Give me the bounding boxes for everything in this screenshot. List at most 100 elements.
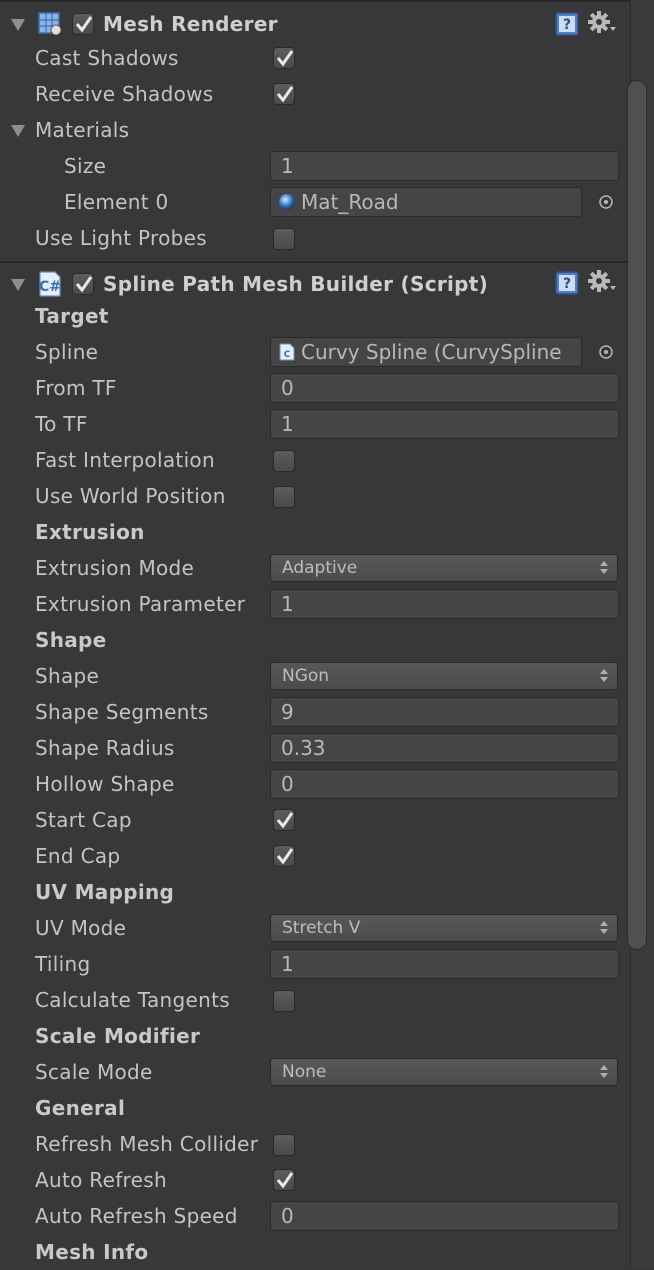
extrusion-parameter-row: Extrusion Parameter 1 bbox=[0, 586, 630, 622]
general-header: General bbox=[35, 1096, 126, 1120]
scale-mode-dropdown[interactable]: None bbox=[270, 1058, 618, 1086]
extrusion-parameter-field[interactable]: 1 bbox=[270, 589, 619, 619]
cast-shadows-checkbox[interactable] bbox=[273, 47, 295, 69]
dropdown-arrows-icon bbox=[600, 561, 608, 575]
calculate-tangents-checkbox[interactable] bbox=[273, 990, 295, 1012]
use-light-probes-row: Use Light Probes bbox=[0, 220, 630, 256]
auto-refresh-speed-field[interactable]: 0 bbox=[270, 1201, 619, 1231]
from-tf-label: From TF bbox=[35, 376, 117, 400]
shape-value: NGon bbox=[282, 666, 330, 686]
auto-refresh-speed-label: Auto Refresh Speed bbox=[35, 1204, 238, 1228]
use-world-position-checkbox[interactable] bbox=[273, 486, 295, 508]
scale-mode-label: Scale Mode bbox=[35, 1060, 153, 1084]
scale-mode-value: None bbox=[282, 1062, 327, 1082]
extrusion-parameter-label: Extrusion Parameter bbox=[35, 592, 246, 616]
extrusion-header: Extrusion bbox=[35, 520, 145, 544]
spline-object-field[interactable]: C Curvy Spline (CurvySpline bbox=[270, 337, 582, 367]
foldout-triangle-down-icon[interactable] bbox=[11, 19, 25, 31]
uv-mode-dropdown[interactable]: Stretch V bbox=[270, 914, 618, 942]
material-sphere-icon bbox=[279, 194, 295, 210]
to-tf-field[interactable]: 1 bbox=[270, 409, 619, 439]
foldout-triangle-down-icon[interactable] bbox=[11, 279, 25, 291]
mesh-renderer-title: Mesh Renderer bbox=[103, 12, 278, 36]
svg-text:C#: C# bbox=[39, 279, 61, 295]
shape-row: Shape NGon bbox=[0, 658, 630, 694]
refresh-mesh-collider-checkbox[interactable] bbox=[273, 1134, 295, 1156]
gear-icon[interactable] bbox=[587, 269, 619, 295]
start-cap-checkbox[interactable] bbox=[273, 809, 295, 831]
cast-shadows-label: Cast Shadows bbox=[35, 46, 179, 70]
shape-segments-field[interactable]: 9 bbox=[270, 697, 619, 727]
auto-refresh-label: Auto Refresh bbox=[35, 1168, 167, 1192]
section-header-target: Target bbox=[0, 298, 630, 334]
scale-mode-row: Scale Mode None bbox=[0, 1054, 630, 1090]
hollow-shape-label: Hollow Shape bbox=[35, 772, 175, 796]
shape-dropdown[interactable]: NGon bbox=[270, 662, 618, 690]
mesh-renderer-icon bbox=[36, 10, 64, 38]
uv-mode-row: UV Mode Stretch V bbox=[0, 910, 630, 946]
csharp-script-icon: C# bbox=[36, 270, 64, 298]
svg-text:?: ? bbox=[563, 17, 571, 33]
spline-builder-header[interactable]: C# Spline Path Mesh Builder (Script) ? bbox=[0, 266, 630, 302]
shape-radius-label: Shape Radius bbox=[35, 736, 175, 760]
spline-builder-title: Spline Path Mesh Builder (Script) bbox=[103, 272, 489, 296]
dropdown-arrows-icon bbox=[600, 669, 608, 683]
start-cap-row: Start Cap bbox=[0, 802, 630, 838]
from-tf-field[interactable]: 0 bbox=[270, 373, 619, 403]
object-picker-icon[interactable] bbox=[598, 194, 614, 210]
fast-interpolation-checkbox[interactable] bbox=[273, 450, 295, 472]
shape-label: Shape bbox=[35, 664, 100, 688]
receive-shadows-checkbox[interactable] bbox=[273, 83, 295, 105]
spline-builder-enabled-checkbox[interactable] bbox=[72, 273, 94, 295]
help-book-icon[interactable]: ? bbox=[554, 271, 580, 295]
tiling-field[interactable]: 1 bbox=[270, 949, 619, 979]
object-picker-icon[interactable] bbox=[598, 344, 614, 360]
cast-shadows-row: Cast Shadows bbox=[0, 40, 630, 76]
fast-interpolation-label: Fast Interpolation bbox=[35, 448, 215, 472]
triangle-down-icon[interactable] bbox=[11, 125, 25, 137]
use-light-probes-checkbox[interactable] bbox=[273, 228, 295, 250]
dropdown-arrows-icon bbox=[600, 921, 608, 935]
shape-segments-label: Shape Segments bbox=[35, 700, 209, 724]
use-world-position-label: Use World Position bbox=[35, 484, 226, 508]
section-header-scale-modifier: Scale Modifier bbox=[0, 1018, 630, 1054]
shape-segments-row: Shape Segments 9 bbox=[0, 694, 630, 730]
auto-refresh-row: Auto Refresh bbox=[0, 1162, 630, 1198]
uv-mode-label: UV Mode bbox=[35, 916, 127, 940]
refresh-mesh-collider-label: Refresh Mesh Collider bbox=[35, 1132, 259, 1156]
mesh-renderer-enabled-checkbox[interactable] bbox=[72, 13, 94, 35]
mesh-info-header: Mesh Info bbox=[35, 1240, 149, 1264]
shape-radius-field[interactable]: 0.33 bbox=[270, 733, 619, 763]
size-label: Size bbox=[64, 154, 107, 178]
start-cap-label: Start Cap bbox=[35, 808, 132, 832]
extrusion-mode-label: Extrusion Mode bbox=[35, 556, 195, 580]
element-0-object-field[interactable]: Mat_Road bbox=[270, 187, 582, 217]
hollow-shape-row: Hollow Shape 0 bbox=[0, 766, 630, 802]
end-cap-checkbox[interactable] bbox=[273, 845, 295, 867]
help-book-icon[interactable]: ? bbox=[554, 12, 580, 36]
to-tf-label: To TF bbox=[35, 412, 88, 436]
size-row: Size 1 bbox=[0, 148, 630, 184]
gear-icon[interactable] bbox=[587, 10, 619, 36]
target-header: Target bbox=[35, 304, 109, 328]
shape-header: Shape bbox=[35, 628, 107, 652]
extrusion-mode-row: Extrusion Mode Adaptive bbox=[0, 550, 630, 586]
tiling-label: Tiling bbox=[35, 952, 91, 976]
uv-mode-value: Stretch V bbox=[282, 918, 361, 938]
scale-modifier-header: Scale Modifier bbox=[35, 1024, 201, 1048]
spline-value: Curvy Spline (CurvySpline bbox=[301, 340, 562, 364]
extrusion-mode-dropdown[interactable]: Adaptive bbox=[270, 554, 618, 582]
mesh-renderer-header[interactable]: Mesh Renderer ? bbox=[0, 6, 630, 42]
csharp-script-icon: C bbox=[279, 343, 295, 361]
auto-refresh-checkbox[interactable] bbox=[273, 1169, 295, 1191]
auto-refresh-speed-row: Auto Refresh Speed 0 bbox=[0, 1198, 630, 1234]
calculate-tangents-row: Calculate Tangents bbox=[0, 982, 630, 1018]
svg-text:C: C bbox=[284, 350, 291, 360]
materials-foldout[interactable]: Materials bbox=[0, 112, 630, 148]
section-header-uv-mapping: UV Mapping bbox=[0, 874, 630, 910]
svg-text:?: ? bbox=[563, 276, 571, 292]
hollow-shape-field[interactable]: 0 bbox=[270, 769, 619, 799]
shape-radius-row: Shape Radius 0.33 bbox=[0, 730, 630, 766]
size-field[interactable]: 1 bbox=[270, 151, 619, 181]
vertical-scrollbar-thumb[interactable] bbox=[627, 80, 647, 950]
